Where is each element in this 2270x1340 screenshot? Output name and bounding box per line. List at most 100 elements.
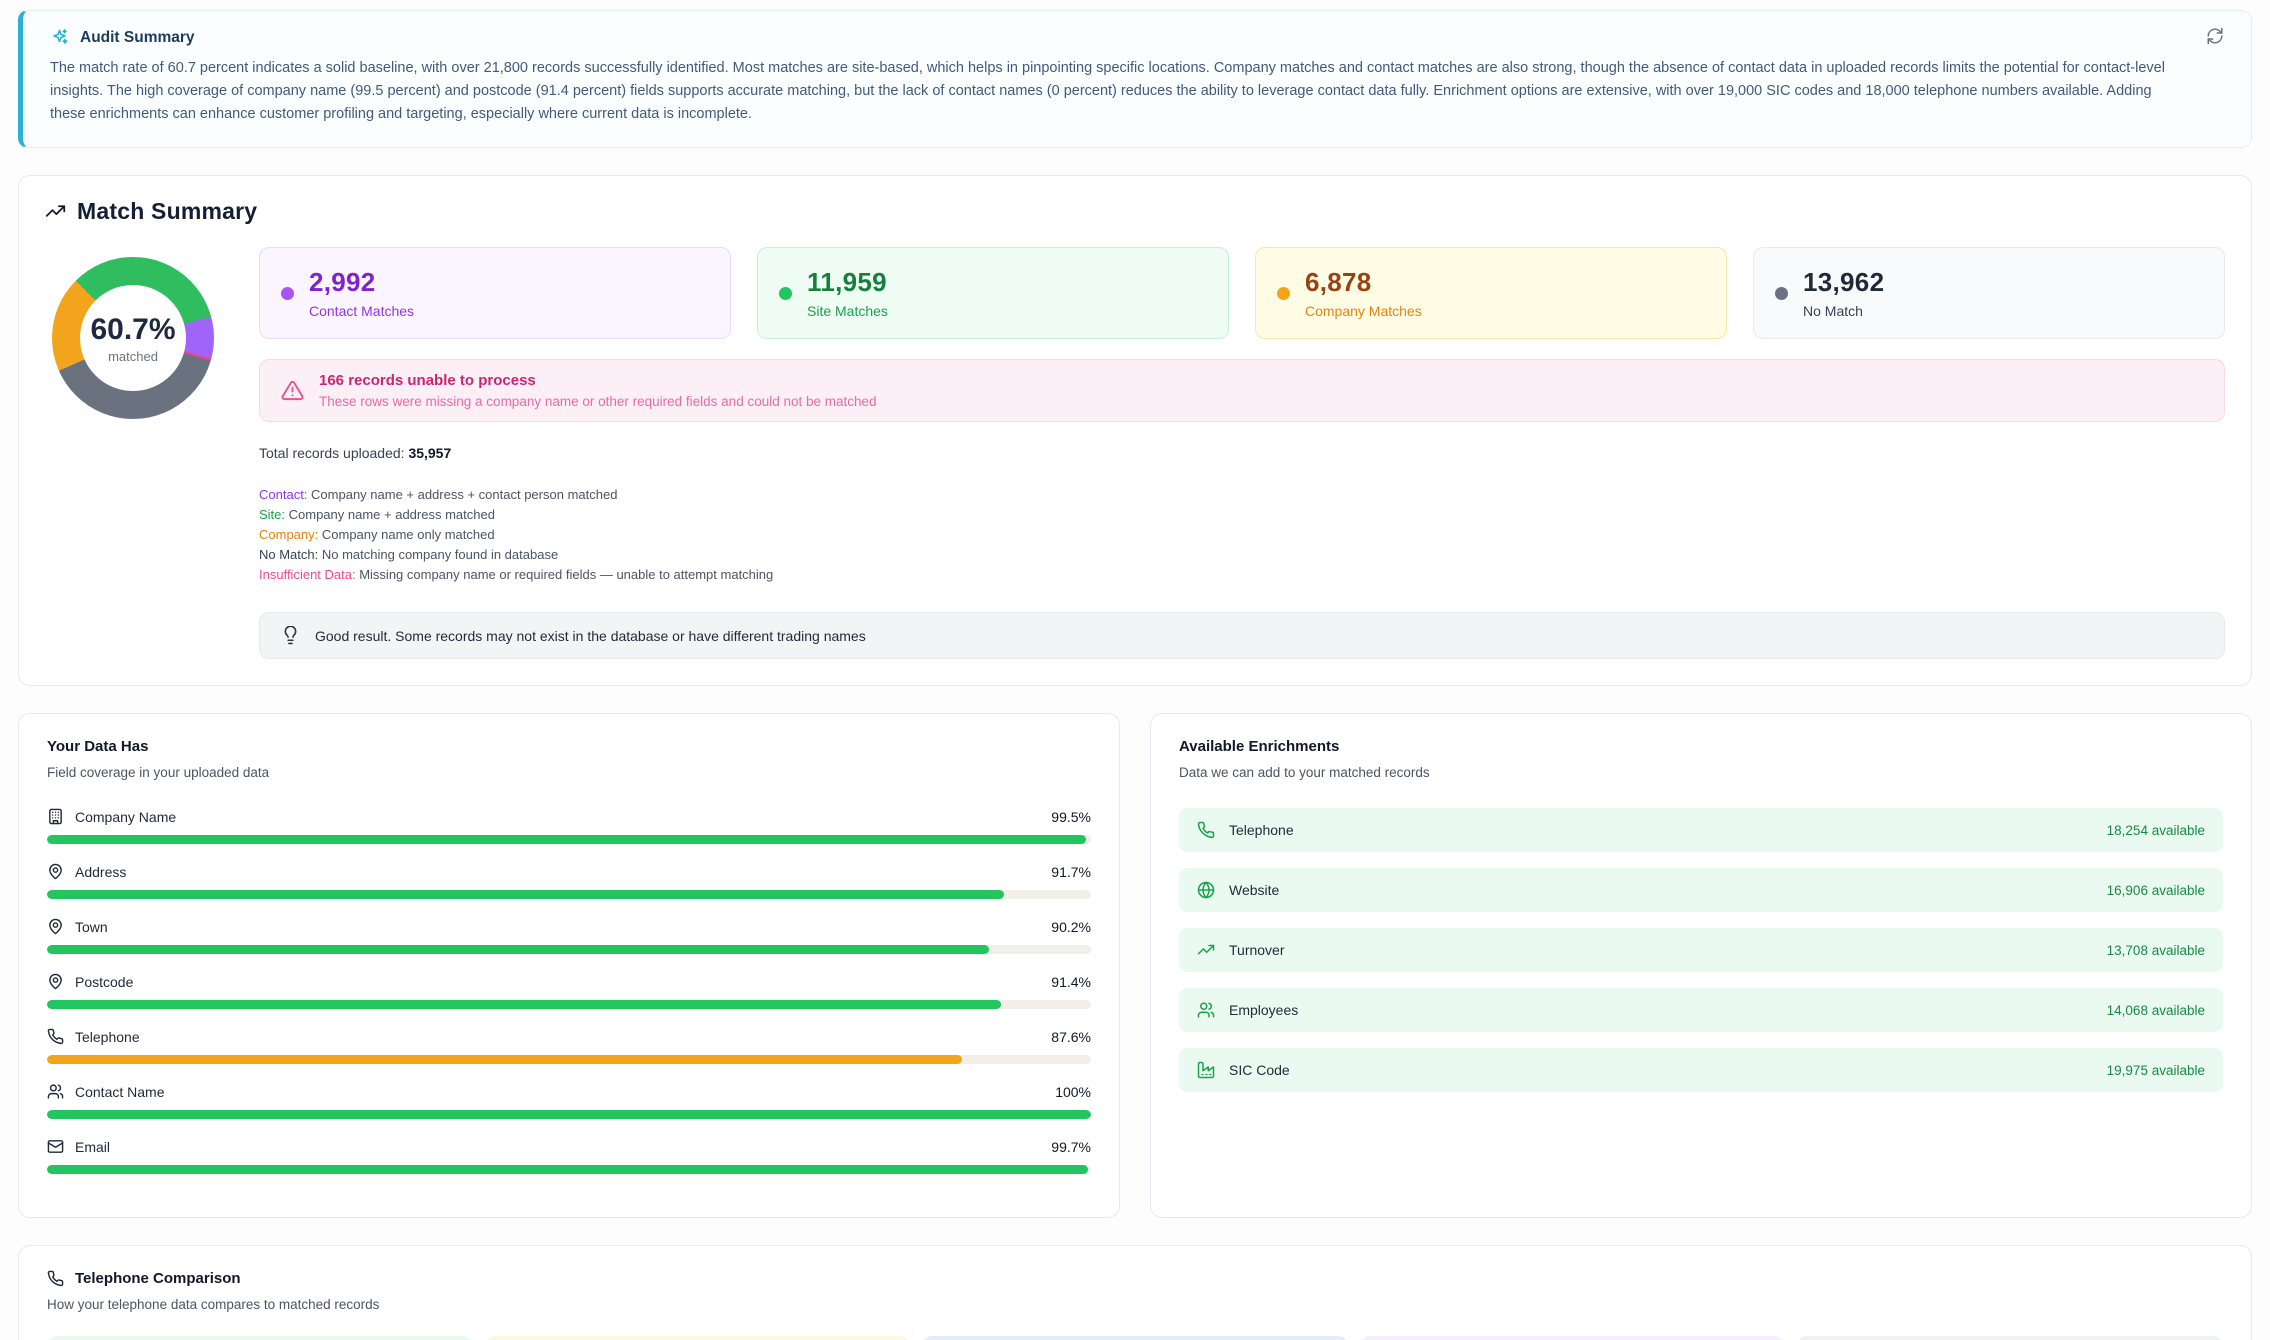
phone-icon xyxy=(47,1270,64,1287)
match-summary-card: Match Summary 60.7% matched 2,992 Contac… xyxy=(18,175,2252,686)
enrichment-label: Turnover xyxy=(1229,942,1285,958)
match-type-legend: Contact: Company name + address + contac… xyxy=(259,485,2225,585)
field-coverage-percent: 100% xyxy=(1055,1084,1091,1100)
legend-term: Company: xyxy=(259,527,322,542)
match-rate-donut-chart: 60.7% matched xyxy=(52,257,214,419)
phone-icon xyxy=(1197,821,1215,839)
legend-row: Company: Company name only matched xyxy=(259,525,2225,545)
match-category-label: Site Matches xyxy=(807,303,888,319)
map-pin-icon xyxy=(47,918,64,935)
refresh-icon xyxy=(2206,27,2226,45)
enrichment-row: SIC Code 19,975 available xyxy=(1179,1048,2223,1092)
match-stat-card: 2,992 Contact Matches xyxy=(259,247,731,339)
telephone-comparison-stat-card: 8,729 Different We have a different tele… xyxy=(485,1336,911,1340)
building-icon xyxy=(47,808,64,825)
match-stat-card: 11,959 Site Matches xyxy=(757,247,1229,339)
field-label: Telephone xyxy=(75,1029,140,1045)
match-count: 13,962 xyxy=(1803,267,1884,298)
map-pin-icon xyxy=(47,863,64,880)
legend-description: Company name + address + contact person … xyxy=(311,487,617,502)
legend-row: Site: Company name + address matched xyxy=(259,505,2225,525)
field-label: Company Name xyxy=(75,809,176,825)
trending-up-icon xyxy=(45,201,66,222)
field-label: Address xyxy=(75,864,126,880)
coverage-bar-fill xyxy=(47,1055,962,1064)
category-color-dot xyxy=(281,287,294,300)
coverage-bar xyxy=(47,890,1091,899)
field-coverage-row: Telephone 87.6% xyxy=(47,1028,1091,1064)
globe-icon xyxy=(1197,881,1215,899)
field-coverage-row: Postcode 91.4% xyxy=(47,973,1091,1009)
category-color-dot xyxy=(1775,287,1788,300)
coverage-bar-fill xyxy=(47,1000,1001,1009)
telephone-comparison-cards: 7,712 Verified Your telephone matches ou… xyxy=(47,1336,2223,1340)
field-coverage-list: Company Name 99.5% Address 91.7% Town 90… xyxy=(47,808,1091,1174)
enrichment-available-count: 19,975 available xyxy=(2107,1063,2205,1078)
match-category-label: Contact Matches xyxy=(309,303,414,319)
telephone-comparison-title: Telephone Comparison xyxy=(75,1270,241,1287)
enrichment-row: Turnover 13,708 available xyxy=(1179,928,2223,972)
field-coverage-percent: 99.5% xyxy=(1051,809,1091,825)
field-coverage-percent: 91.7% xyxy=(1051,864,1091,880)
match-summary-title: Match Summary xyxy=(77,198,257,225)
lightbulb-icon xyxy=(281,626,300,645)
total-records-value: 35,957 xyxy=(408,445,451,461)
audit-summary-text: The match rate of 60.7 percent indicates… xyxy=(50,57,2181,126)
audit-summary-title: Audit Summary xyxy=(80,29,195,47)
enrichment-list: Telephone 18,254 available Website 16,90… xyxy=(1179,808,2223,1092)
coverage-bar xyxy=(47,1000,1091,1009)
field-coverage-row: Company Name 99.5% xyxy=(47,808,1091,844)
coverage-bar xyxy=(47,1055,1091,1064)
match-stat-card: 6,878 Company Matches xyxy=(1255,247,1727,339)
mail-icon xyxy=(47,1138,64,1155)
category-color-dot xyxy=(779,287,792,300)
enrichment-label: Telephone xyxy=(1229,822,1294,838)
users-icon xyxy=(47,1083,64,1100)
coverage-bar-fill xyxy=(47,1165,1088,1174)
total-records-line: Total records uploaded: 35,957 xyxy=(259,445,2225,461)
legend-term: Contact: xyxy=(259,487,311,502)
coverage-bar-fill xyxy=(47,945,989,954)
legend-term: Site: xyxy=(259,507,289,522)
match-count: 2,992 xyxy=(309,267,414,298)
legend-description: Company name only matched xyxy=(322,527,495,542)
total-records-label: Total records uploaded: xyxy=(259,445,405,461)
your-data-title: Your Data Has xyxy=(47,738,1091,755)
enrichments-title: Available Enrichments xyxy=(1179,738,2223,755)
refresh-button[interactable] xyxy=(2206,26,2226,46)
donut-center: 60.7% matched xyxy=(80,285,186,391)
enrichments-card: Available Enrichments Data we can add to… xyxy=(1150,713,2252,1218)
telephone-comparison-stat-card: 1,813 New You don't have one, we can add… xyxy=(922,1336,1348,1340)
enrichment-available-count: 13,708 available xyxy=(2107,943,2205,958)
match-category-label: Company Matches xyxy=(1305,303,1422,319)
coverage-bar xyxy=(47,945,1091,954)
dashboard-page: Audit Summary The match rate of 60.7 per… xyxy=(0,0,2270,1340)
match-rate-label: matched xyxy=(108,349,158,364)
telephone-comparison-stat-card: 2,838 N/A Neither file has one 8% xyxy=(1797,1336,2223,1340)
sparkles-icon xyxy=(50,28,69,47)
alert-triangle-icon xyxy=(281,379,304,402)
map-pin-icon xyxy=(47,973,64,990)
coverage-bar-fill xyxy=(47,1110,1091,1119)
trending-up-icon xyxy=(1197,941,1215,959)
enrichment-row: Employees 14,068 available xyxy=(1179,988,2223,1032)
users-icon xyxy=(1197,1001,1215,1019)
enrichment-row: Telephone 18,254 available xyxy=(1179,808,2223,852)
field-coverage-row: Contact Name 100% xyxy=(47,1083,1091,1119)
match-stat-card: 13,962 No Match xyxy=(1753,247,2225,339)
field-label: Email xyxy=(75,1139,110,1155)
field-coverage-row: Address 91.7% xyxy=(47,863,1091,899)
warning-title: 166 records unable to process xyxy=(319,372,877,389)
field-coverage-percent: 90.2% xyxy=(1051,919,1091,935)
coverage-bar xyxy=(47,1165,1091,1174)
your-data-card: Your Data Has Field coverage in your upl… xyxy=(18,713,1120,1218)
match-rate-value: 60.7% xyxy=(90,313,175,347)
field-coverage-row: Email 99.7% xyxy=(47,1138,1091,1174)
enrichment-available-count: 14,068 available xyxy=(2107,1003,2205,1018)
legend-row: No Match: No matching company found in d… xyxy=(259,545,2225,565)
coverage-bar xyxy=(47,835,1091,844)
field-coverage-row: Town 90.2% xyxy=(47,918,1091,954)
match-count: 11,959 xyxy=(807,267,888,298)
legend-row: Contact: Company name + address + contac… xyxy=(259,485,2225,505)
phone-icon xyxy=(47,1028,64,1045)
